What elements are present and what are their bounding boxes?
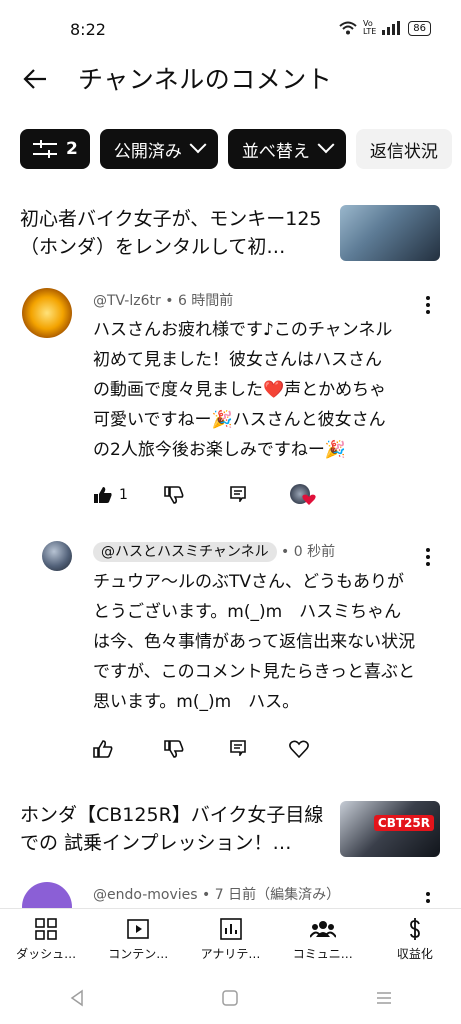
reply-avatar[interactable] bbox=[42, 541, 72, 571]
thumbs-up-filled-icon bbox=[94, 487, 112, 503]
filter-count: 2 bbox=[66, 139, 78, 159]
chip-reply-status-label: 返信状況 bbox=[369, 141, 438, 162]
comment-meta: @TV-lz6tr • 6 時間前 bbox=[93, 293, 234, 309]
filter-settings-button[interactable]: 2 bbox=[20, 129, 90, 169]
system-home-icon[interactable] bbox=[221, 989, 239, 1007]
system-navigation bbox=[0, 980, 461, 1016]
video-content-icon bbox=[127, 919, 150, 939]
filter-bar: 2 公開済み 並べ替え 返信状況 bbox=[20, 129, 452, 169]
like-button[interactable]: 1 bbox=[93, 486, 128, 504]
like-count: 1 bbox=[119, 487, 128, 503]
system-back-icon[interactable] bbox=[68, 989, 86, 1007]
reply-meta: @ハスとハスミチャンネル • 0 秒前 bbox=[93, 541, 336, 562]
more-options-icon[interactable] bbox=[426, 296, 430, 317]
chevron-down-icon bbox=[189, 136, 207, 154]
signal-icon bbox=[382, 21, 401, 35]
thumbnail-badge: CBT25R bbox=[373, 815, 434, 831]
comment-time: 6 時間前 bbox=[177, 293, 234, 309]
nav-earn[interactable]: 収益化 bbox=[369, 909, 461, 973]
video-thumbnail[interactable]: CBT25R bbox=[340, 801, 440, 857]
nav-analytics-label: アナリテ… bbox=[200, 947, 261, 961]
comment-author[interactable]: @endo-movies bbox=[93, 887, 198, 903]
page-title: チャンネルのコメント bbox=[78, 65, 333, 94]
more-options-icon[interactable] bbox=[426, 892, 430, 906]
bottom-navigation: ダッシュ… コンテン… アナリテ… コミュニ… 収益化 bbox=[0, 908, 461, 973]
reply-author-badge[interactable]: @ハスとハスミチャンネル bbox=[93, 542, 277, 562]
reply-text: チュウア〜ルのぶTVさん、どうもありがとうございます。m(_)m ハスミちゃんは… bbox=[93, 572, 416, 712]
nav-dashboard[interactable]: ダッシュ… bbox=[0, 909, 92, 973]
thumbs-up-icon[interactable] bbox=[93, 740, 113, 758]
chip-sort[interactable]: 並べ替え bbox=[227, 129, 346, 169]
chip-published-label: 公開済み bbox=[113, 141, 182, 162]
nav-content-label: コンテン… bbox=[108, 947, 169, 961]
chip-sort-label: 並べ替え bbox=[241, 141, 310, 162]
status-time: 8:22 bbox=[70, 20, 106, 39]
nav-analytics[interactable]: アナリテ… bbox=[184, 909, 276, 973]
chip-published[interactable]: 公開済み bbox=[99, 129, 218, 169]
comment-time: 7 日前（編集済み） bbox=[214, 887, 341, 903]
dashboard-icon bbox=[35, 918, 57, 940]
dollar-icon bbox=[410, 918, 420, 940]
reply-icon[interactable] bbox=[230, 486, 246, 502]
video-title[interactable]: ホンダ【CB125R】バイク女子目線での 試乗インプレッション！… bbox=[20, 801, 330, 857]
more-options-icon[interactable] bbox=[426, 548, 430, 569]
video-thumbnail[interactable] bbox=[340, 205, 440, 261]
analytics-icon bbox=[219, 918, 242, 940]
sliders-icon bbox=[33, 140, 57, 158]
chip-reply-status[interactable]: 返信状況 bbox=[355, 129, 452, 169]
comment-meta: @endo-movies • 7 日前（編集済み） bbox=[93, 887, 341, 903]
status-icons: Vo LTE 86 bbox=[339, 20, 431, 36]
wifi-icon bbox=[339, 21, 357, 35]
reply-icon[interactable] bbox=[230, 740, 246, 756]
avatar[interactable] bbox=[22, 288, 72, 338]
battery-icon: 86 bbox=[408, 20, 431, 36]
nav-earn-label: 収益化 bbox=[396, 947, 433, 961]
system-menu-icon[interactable] bbox=[375, 989, 393, 1007]
nav-content[interactable]: コンテン… bbox=[92, 909, 184, 973]
community-icon bbox=[309, 921, 336, 938]
video-title[interactable]: 初心者バイク女子が、モンキー125（ホンダ）をレンタルして初… bbox=[20, 205, 330, 261]
nav-community[interactable]: コミュニ… bbox=[277, 909, 369, 973]
thumbs-down-icon[interactable] bbox=[164, 740, 184, 758]
heart-icon[interactable] bbox=[289, 740, 309, 758]
comment-text: ハスさんお疲れ様です♪このチャンネル初めて見ました！彼女さんはハスさんの動画で度… bbox=[93, 320, 393, 460]
nav-community-label: コミュニ… bbox=[292, 947, 353, 961]
creator-heart-icon[interactable] bbox=[290, 484, 316, 510]
thumbs-down-icon[interactable] bbox=[164, 486, 184, 504]
volte-icon: Vo LTE bbox=[362, 19, 377, 36]
comment-author[interactable]: @TV-lz6tr bbox=[93, 293, 161, 309]
back-arrow-icon[interactable] bbox=[20, 64, 50, 94]
nav-dashboard-label: ダッシュ… bbox=[16, 947, 77, 961]
reply-time: 0 秒前 bbox=[293, 544, 336, 560]
chevron-down-icon bbox=[317, 136, 335, 154]
